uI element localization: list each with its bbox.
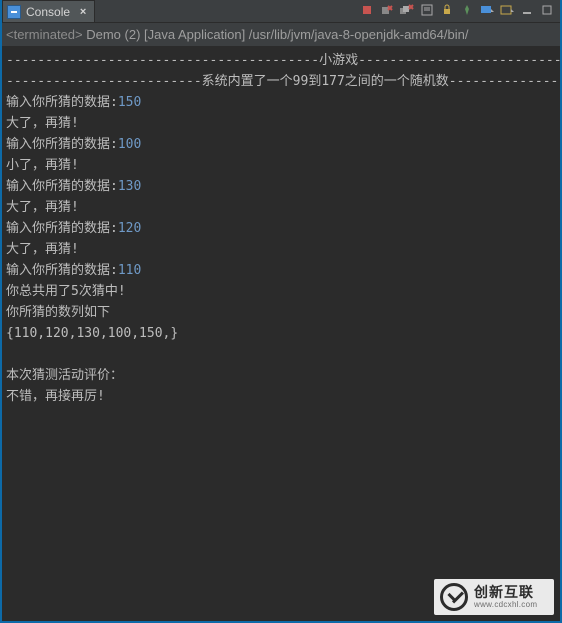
console-view: Console × <terminated> Demo (2) [Java Ap… xyxy=(0,0,562,623)
console-line: 大了，再猜! xyxy=(6,197,556,218)
console-line: 输入你所猜的数据:110 xyxy=(6,260,556,281)
close-icon[interactable]: × xyxy=(78,7,88,17)
remove-all-icon[interactable] xyxy=(398,2,416,18)
console-line: 输入你所猜的数据:150 xyxy=(6,92,556,113)
watermark-en: www.cdcxhl.com xyxy=(474,601,537,609)
console-line: 你所猜的数列如下 xyxy=(6,302,556,323)
console-line: {110,120,130,100,150,} xyxy=(6,323,556,344)
prompt-label: 输入你所猜的数据: xyxy=(6,137,118,152)
maximize-icon[interactable] xyxy=(538,2,556,18)
prompt-label: 输入你所猜的数据: xyxy=(6,179,118,194)
console-line: ----------------------------------------… xyxy=(6,50,556,71)
launch-status: <terminated> xyxy=(6,27,86,42)
console-line: -------------------------系统内置了一个99到177之间… xyxy=(6,71,556,92)
minimize-icon[interactable] xyxy=(518,2,536,18)
user-input-value: 100 xyxy=(118,137,141,152)
launch-path: /usr/lib/jvm/java-8-openjdk-amd64/bin/ xyxy=(249,27,469,42)
console-line: 输入你所猜的数据:100 xyxy=(6,134,556,155)
launch-description: <terminated> Demo (2) [Java Application]… xyxy=(2,22,560,46)
console-line xyxy=(6,344,556,365)
watermark-logo-icon xyxy=(440,583,468,611)
watermark: 创新互联 www.cdcxhl.com xyxy=(434,579,554,615)
terminate-icon[interactable] xyxy=(358,2,376,18)
console-icon xyxy=(7,5,21,19)
launch-name: Demo (2) [Java Application] xyxy=(86,27,249,42)
prompt-label: 输入你所猜的数据: xyxy=(6,95,118,110)
console-line: 输入你所猜的数据:130 xyxy=(6,176,556,197)
watermark-text: 创新互联 www.cdcxhl.com xyxy=(474,585,537,609)
console-line: 输入你所猜的数据:120 xyxy=(6,218,556,239)
console-line: 大了，再猜! xyxy=(6,239,556,260)
display-icon[interactable] xyxy=(478,2,496,18)
console-line: 本次猜测活动评价： xyxy=(6,365,556,386)
view-tab-bar: Console × xyxy=(2,0,560,22)
open-console-icon[interactable] xyxy=(498,2,516,18)
watermark-cn: 创新互联 xyxy=(474,585,537,599)
tab-label: Console xyxy=(26,5,70,19)
user-input-value: 130 xyxy=(118,179,141,194)
console-line: 你总共用了5次猜中! xyxy=(6,281,556,302)
console-line: 小了，再猜! xyxy=(6,155,556,176)
clear-icon[interactable] xyxy=(418,2,436,18)
console-tab[interactable]: Console × xyxy=(2,0,95,22)
console-line: 不错，再接再厉! xyxy=(6,386,556,407)
console-toolbar xyxy=(358,0,556,20)
scroll-lock-icon[interactable] xyxy=(438,2,456,18)
console-output[interactable]: ----------------------------------------… xyxy=(2,46,560,621)
console-line: 大了，再猜! xyxy=(6,113,556,134)
prompt-label: 输入你所猜的数据: xyxy=(6,263,118,278)
prompt-label: 输入你所猜的数据: xyxy=(6,221,118,236)
user-input-value: 150 xyxy=(118,95,141,110)
pin-icon[interactable] xyxy=(458,2,476,18)
remove-launch-icon[interactable] xyxy=(378,2,396,18)
user-input-value: 120 xyxy=(118,221,141,236)
user-input-value: 110 xyxy=(118,263,141,278)
